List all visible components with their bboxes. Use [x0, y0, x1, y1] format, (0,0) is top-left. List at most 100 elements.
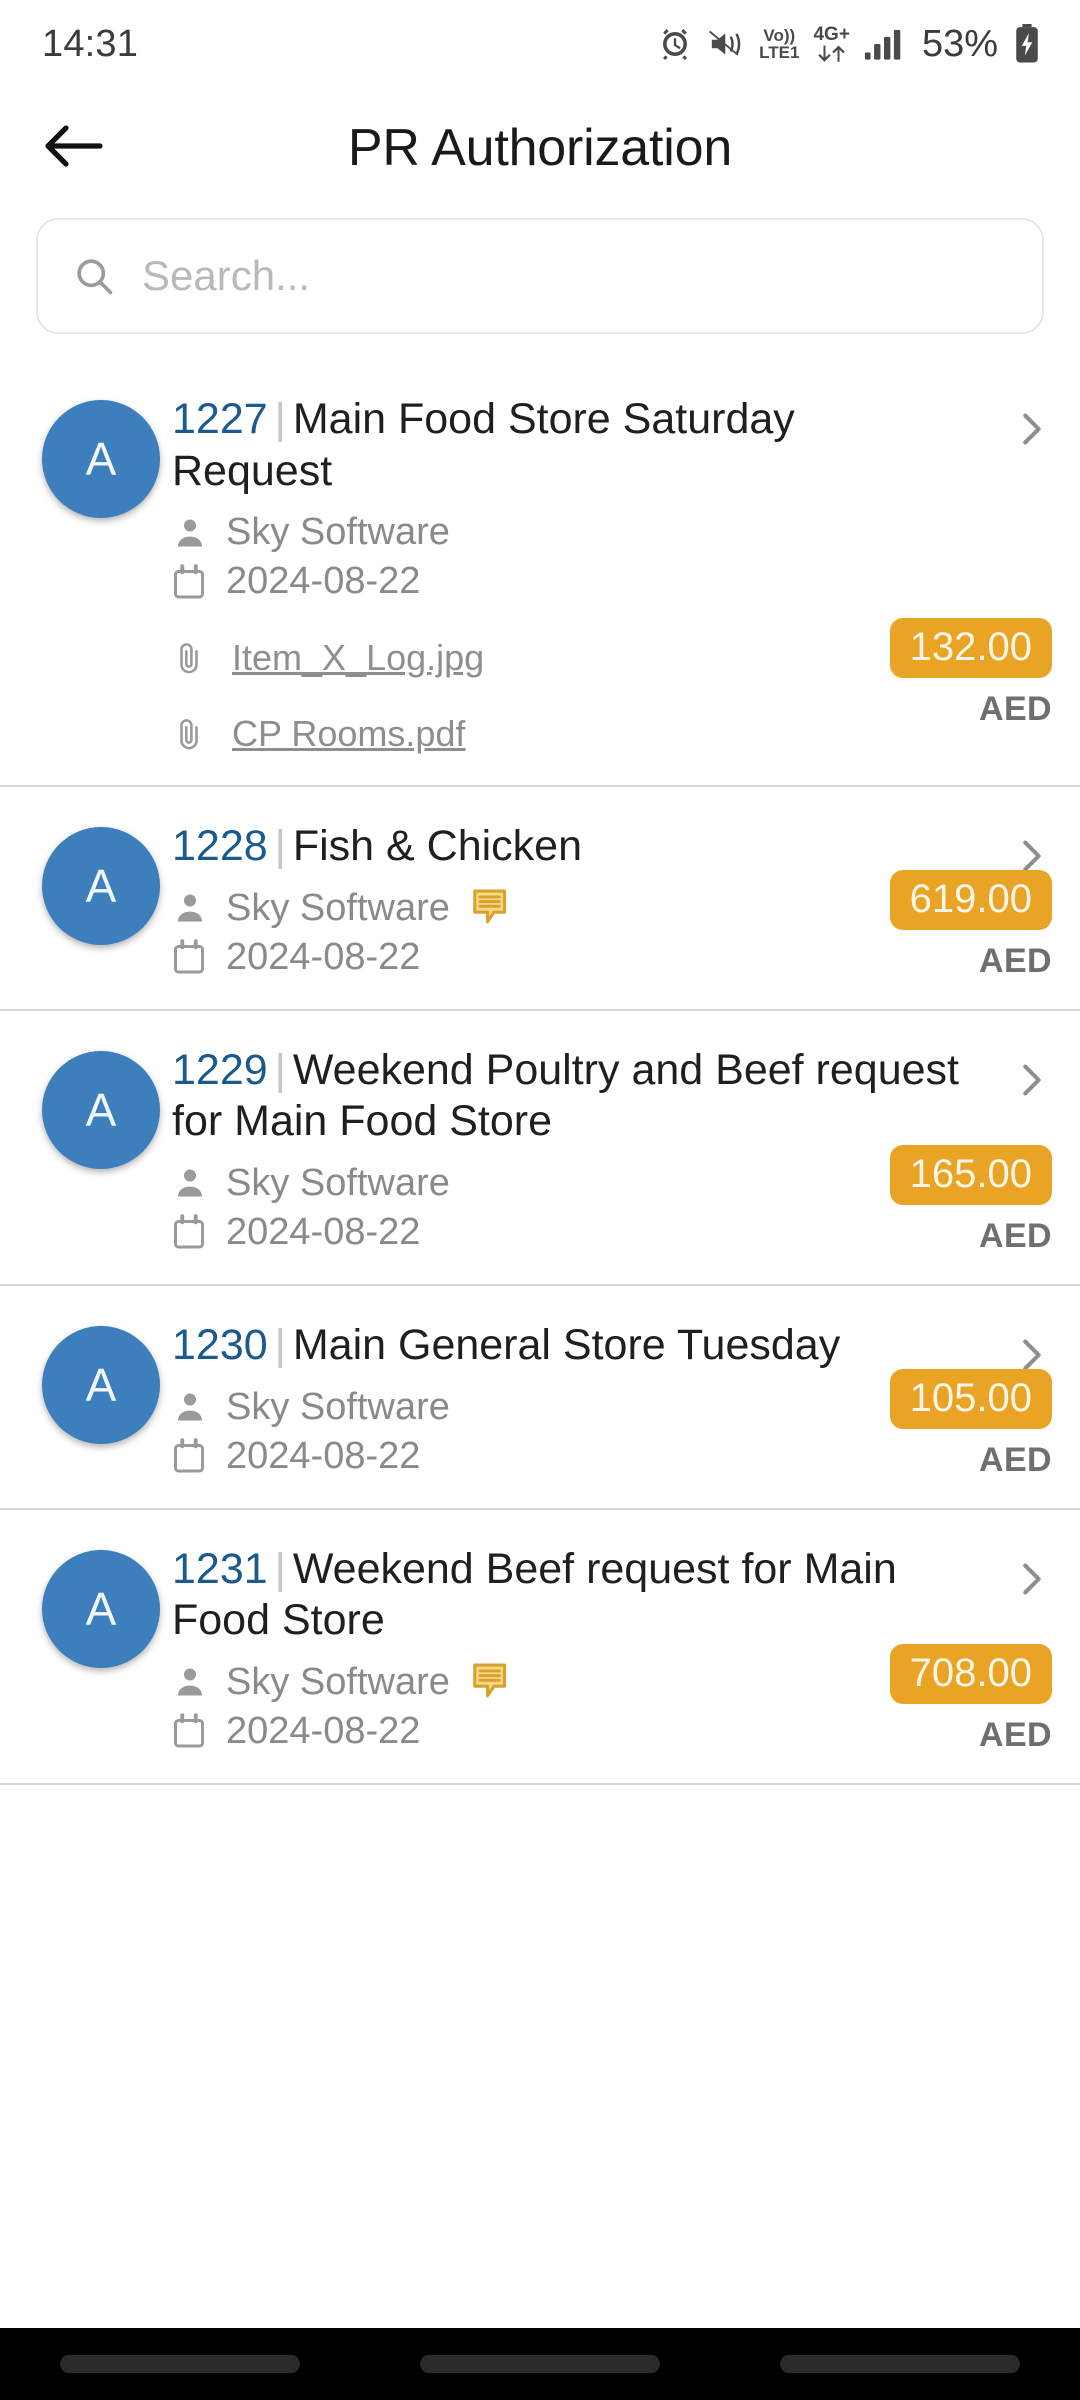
currency-label: AED [979, 690, 1052, 728]
amount-column: 708.00 AED [889, 1643, 1052, 1755]
document-title: Fish & Chicken [292, 822, 583, 871]
requester-name: Sky Software [226, 511, 450, 554]
status-icon-tray: Vo)) LTE1 4G+ 53% [657, 23, 1040, 66]
title-separator: | [274, 1045, 286, 1094]
row-title: 1231 | Weekend Beef request for Main Food … [172, 1544, 1040, 1647]
person-icon [172, 1389, 216, 1425]
currency-label: AED [979, 1715, 1052, 1754]
amount-column: 619.00 AED [889, 869, 1052, 981]
amount-badge: 132.00 [889, 618, 1052, 678]
table-row[interactable]: A 1227 | Main Food Store Saturday Request … [0, 360, 1080, 788]
search-icon [72, 254, 116, 298]
person-icon [172, 515, 216, 551]
title-separator: | [274, 1544, 286, 1593]
calendar-icon [172, 939, 216, 975]
search-section [0, 208, 1080, 360]
comment-icon[interactable] [472, 889, 508, 927]
avatar: A [42, 1549, 160, 1668]
table-row[interactable]: A 1230 | Main General Store Tuesday Sky So… [0, 1286, 1080, 1510]
attachment-name[interactable]: CP Rooms.pdf [232, 713, 465, 755]
date-line: 2024-08-22 [172, 560, 1040, 603]
title-separator: | [274, 1320, 286, 1369]
recents-pill[interactable] [60, 2355, 300, 2373]
chevron-right-icon[interactable] [1008, 1057, 1054, 1108]
amount-badge: 619.00 [889, 869, 1052, 930]
row-title: 1227 | Main Food Store Saturday Request [172, 394, 1040, 497]
document-number[interactable]: 1230 [172, 1321, 268, 1369]
avatar: A [42, 827, 160, 946]
calendar-icon [172, 1438, 216, 1474]
avatar-column: A [30, 1320, 172, 1478]
volte-icon: Vo)) LTE1 [759, 26, 800, 62]
app-bar: PR Authorization [0, 88, 1080, 208]
date-value: 2024-08-22 [226, 1210, 421, 1253]
avatar-column: A [30, 821, 172, 979]
avatar-column: A [30, 1544, 172, 1753]
requester-name: Sky Software [226, 886, 450, 929]
requester-line: Sky Software [172, 511, 1040, 554]
mobile-data-icon: 4G+ [813, 25, 850, 64]
date-value: 2024-08-22 [226, 1709, 421, 1752]
amount-badge: 105.00 [889, 1368, 1052, 1429]
currency-label: AED [979, 1216, 1052, 1255]
amount-badge: 708.00 [889, 1643, 1052, 1704]
person-icon [172, 1165, 216, 1201]
document-number[interactable]: 1227 [172, 395, 268, 443]
home-pill[interactable] [420, 2355, 660, 2373]
search-box[interactable] [36, 218, 1044, 334]
title-separator: | [274, 395, 286, 443]
calendar-icon [172, 563, 216, 600]
amount-column: 132.00 AED [889, 618, 1052, 729]
battery-percent-label: 53% [921, 22, 998, 65]
avatar: A [42, 1325, 160, 1444]
back-arrow-icon [42, 120, 104, 177]
document-number[interactable]: 1228 [172, 822, 268, 870]
amount-column: 165.00 AED [889, 1144, 1052, 1256]
requester-name: Sky Software [226, 1385, 450, 1428]
search-input[interactable] [142, 252, 1008, 300]
document-title: Main General Store Tuesday [292, 1320, 841, 1369]
status-clock: 14:31 [42, 22, 139, 65]
alarm-icon [657, 26, 693, 62]
table-row[interactable]: A 1228 | Fish & Chicken Sky Software 202… [0, 787, 1080, 1011]
requester-name: Sky Software [226, 1161, 450, 1204]
avatar-column: A [30, 1045, 172, 1254]
calendar-icon [172, 1214, 216, 1250]
table-row[interactable]: A 1231 | Weekend Beef request for Main Foo… [0, 1510, 1080, 1785]
currency-label: AED [979, 941, 1052, 980]
status-bar: 14:31 Vo)) LTE1 4G+ 53% [0, 0, 1080, 88]
date-value: 2024-08-22 [226, 1434, 421, 1477]
row-title: 1230 | Main General Store Tuesday [172, 1320, 1040, 1372]
currency-label: AED [979, 1440, 1052, 1479]
avatar-column: A [30, 394, 172, 755]
paperclip-icon [172, 716, 218, 752]
system-navigation-bar [0, 2328, 1080, 2400]
row-title: 1229 | Weekend Poultry and Beef request fo… [172, 1045, 1040, 1148]
attachment-name[interactable]: Item_X_Log.jpg [232, 637, 484, 679]
table-row[interactable]: A 1229 | Weekend Poultry and Beef request … [0, 1011, 1080, 1286]
amount-badge: 165.00 [889, 1144, 1052, 1205]
back-pill[interactable] [780, 2355, 1020, 2373]
row-title: 1228 | Fish & Chicken [172, 821, 1040, 873]
pr-authorization-list: A 1227 | Main Food Store Saturday Request … [0, 360, 1080, 1785]
document-number[interactable]: 1229 [172, 1046, 268, 1094]
battery-charging-icon [1014, 24, 1040, 64]
calendar-icon [172, 1713, 216, 1749]
title-separator: | [274, 822, 286, 871]
page-title: PR Authorization [347, 119, 733, 177]
chevron-right-icon[interactable] [1008, 406, 1054, 457]
comment-icon[interactable] [472, 1663, 508, 1701]
date-value: 2024-08-22 [226, 560, 421, 603]
back-button[interactable] [18, 120, 128, 177]
avatar: A [42, 400, 160, 518]
signal-bars-icon [864, 27, 904, 61]
person-icon [172, 1664, 216, 1700]
requester-name: Sky Software [226, 1660, 450, 1703]
mute-vibrate-icon [707, 27, 745, 61]
chevron-right-icon[interactable] [1008, 1556, 1054, 1607]
amount-column: 105.00 AED [889, 1368, 1052, 1480]
document-number[interactable]: 1231 [172, 1545, 268, 1593]
date-value: 2024-08-22 [226, 935, 421, 978]
paperclip-icon [172, 640, 218, 676]
person-icon [172, 890, 216, 926]
